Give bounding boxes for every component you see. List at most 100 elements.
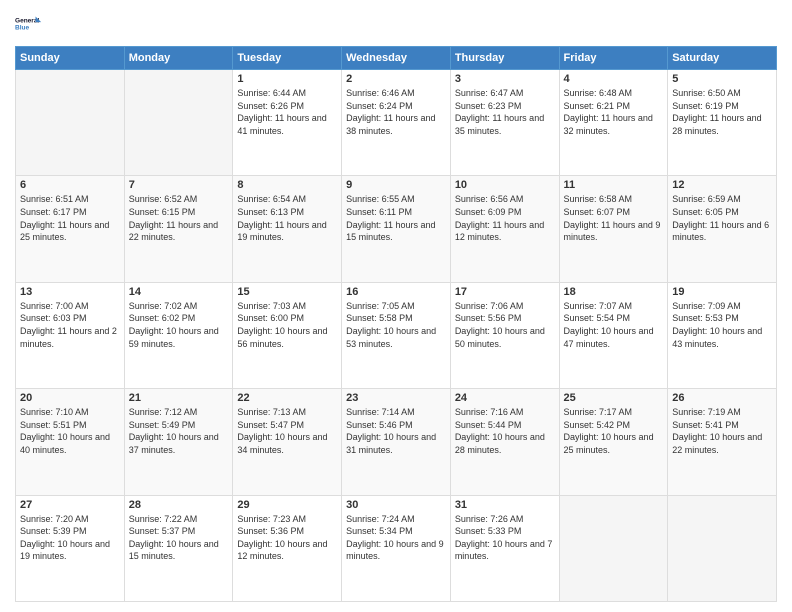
calendar-header-row: SundayMondayTuesdayWednesdayThursdayFrid… bbox=[16, 47, 777, 70]
calendar-cell: 20 Sunrise: 7:10 AMSunset: 5:51 PMDayligh… bbox=[16, 389, 125, 495]
calendar-cell: 16Sunrise: 7:05 AMSunset: 5:58 PMDayligh… bbox=[342, 282, 451, 388]
calendar-cell: 25 Sunrise: 7:17 AMSunset: 5:42 PMDayligh… bbox=[559, 389, 668, 495]
day-number: 18 bbox=[564, 286, 664, 298]
day-number: 28 bbox=[129, 499, 229, 511]
day-info: Sunrise: 7:00 AMSunset: 6:03 PMDaylight:… bbox=[20, 300, 120, 350]
calendar-cell: 24 Sunrise: 7:16 AMSunset: 5:44 PMDayligh… bbox=[450, 389, 559, 495]
calendar-cell: 2 Sunrise: 6:46 AMSunset: 6:24 PMDaylight… bbox=[342, 70, 451, 176]
calendar-cell: 11 Sunrise: 6:58 AMSunset: 6:07 PMDayligh… bbox=[559, 176, 668, 282]
calendar-cell: 9 Sunrise: 6:55 AMSunset: 6:11 PMDaylight… bbox=[342, 176, 451, 282]
day-info: Sunrise: 6:52 AMSunset: 6:15 PMDaylight:… bbox=[129, 193, 229, 243]
day-info: Sunrise: 7:13 AMSunset: 5:47 PMDaylight:… bbox=[237, 406, 337, 456]
calendar-cell: 13 Sunrise: 7:00 AMSunset: 6:03 PMDayligh… bbox=[16, 282, 125, 388]
header-day-wednesday: Wednesday bbox=[342, 47, 451, 70]
day-info: Sunrise: 7:24 AMSunset: 5:34 PMDaylight:… bbox=[346, 513, 446, 563]
day-info: Sunrise: 7:12 AMSunset: 5:49 PMDaylight:… bbox=[129, 406, 229, 456]
day-number: 19 bbox=[672, 286, 772, 298]
day-info: Sunrise: 6:48 AMSunset: 6:21 PMDaylight:… bbox=[564, 87, 664, 137]
calendar-cell: 10Sunrise: 6:56 AMSunset: 6:09 PMDayligh… bbox=[450, 176, 559, 282]
day-info: Sunrise: 7:06 AMSunset: 5:56 PMDaylight:… bbox=[455, 300, 555, 350]
calendar-cell: 12 Sunrise: 6:59 AMSunset: 6:05 PMDayligh… bbox=[668, 176, 777, 282]
day-number: 29 bbox=[237, 499, 337, 511]
calendar-cell: 5Sunrise: 6:50 AMSunset: 6:19 PMDaylight… bbox=[668, 70, 777, 176]
calendar-cell: 8 Sunrise: 6:54 AMSunset: 6:13 PMDaylight… bbox=[233, 176, 342, 282]
day-number: 1 bbox=[237, 73, 337, 85]
day-number: 27 bbox=[20, 499, 120, 511]
calendar-week-row: 1 Sunrise: 6:44 AMSunset: 6:26 PMDaylight… bbox=[16, 70, 777, 176]
calendar-table: SundayMondayTuesdayWednesdayThursdayFrid… bbox=[15, 46, 777, 602]
calendar-week-row: 13 Sunrise: 7:00 AMSunset: 6:03 PMDayligh… bbox=[16, 282, 777, 388]
day-info: Sunrise: 7:14 AMSunset: 5:46 PMDaylight:… bbox=[346, 406, 446, 456]
day-number: 8 bbox=[237, 179, 337, 191]
day-number: 4 bbox=[564, 73, 664, 85]
calendar-cell: 27 Sunrise: 7:20 AMSunset: 5:39 PMDayligh… bbox=[16, 495, 125, 601]
day-info: Sunrise: 6:54 AMSunset: 6:13 PMDaylight:… bbox=[237, 193, 337, 243]
day-number: 20 bbox=[20, 392, 120, 404]
day-info: Sunrise: 7:07 AMSunset: 5:54 PMDaylight:… bbox=[564, 300, 664, 350]
header-day-saturday: Saturday bbox=[668, 47, 777, 70]
day-number: 25 bbox=[564, 392, 664, 404]
day-info: Sunrise: 7:16 AMSunset: 5:44 PMDaylight:… bbox=[455, 406, 555, 456]
day-number: 5 bbox=[672, 73, 772, 85]
day-number: 30 bbox=[346, 499, 446, 511]
calendar-cell: 26 Sunrise: 7:19 AMSunset: 5:41 PMDayligh… bbox=[668, 389, 777, 495]
calendar-week-row: 27 Sunrise: 7:20 AMSunset: 5:39 PMDayligh… bbox=[16, 495, 777, 601]
day-number: 14 bbox=[129, 286, 229, 298]
calendar-cell bbox=[559, 495, 668, 601]
day-info: Sunrise: 7:05 AMSunset: 5:58 PMDaylight:… bbox=[346, 300, 446, 350]
day-number: 13 bbox=[20, 286, 120, 298]
day-info: Sunrise: 7:26 AMSunset: 5:33 PMDaylight:… bbox=[455, 513, 555, 563]
calendar-cell: 15Sunrise: 7:03 AMSunset: 6:00 PMDayligh… bbox=[233, 282, 342, 388]
day-info: Sunrise: 7:09 AMSunset: 5:53 PMDaylight:… bbox=[672, 300, 772, 350]
calendar-cell: 3Sunrise: 6:47 AMSunset: 6:23 PMDaylight… bbox=[450, 70, 559, 176]
calendar-cell: 22 Sunrise: 7:13 AMSunset: 5:47 PMDayligh… bbox=[233, 389, 342, 495]
day-info: Sunrise: 7:23 AMSunset: 5:36 PMDaylight:… bbox=[237, 513, 337, 563]
day-number: 12 bbox=[672, 179, 772, 191]
day-info: Sunrise: 7:02 AMSunset: 6:02 PMDaylight:… bbox=[129, 300, 229, 350]
header-day-thursday: Thursday bbox=[450, 47, 559, 70]
day-number: 24 bbox=[455, 392, 555, 404]
calendar-cell: 4 Sunrise: 6:48 AMSunset: 6:21 PMDaylight… bbox=[559, 70, 668, 176]
day-info: Sunrise: 6:44 AMSunset: 6:26 PMDaylight:… bbox=[237, 87, 337, 137]
calendar-cell: 21Sunrise: 7:12 AMSunset: 5:49 PMDayligh… bbox=[124, 389, 233, 495]
header-day-sunday: Sunday bbox=[16, 47, 125, 70]
header: GeneralBlue bbox=[15, 10, 777, 38]
day-number: 26 bbox=[672, 392, 772, 404]
calendar-cell: 28 Sunrise: 7:22 AMSunset: 5:37 PMDayligh… bbox=[124, 495, 233, 601]
day-number: 9 bbox=[346, 179, 446, 191]
calendar-week-row: 6Sunrise: 6:51 AMSunset: 6:17 PMDaylight… bbox=[16, 176, 777, 282]
calendar-week-row: 20 Sunrise: 7:10 AMSunset: 5:51 PMDayligh… bbox=[16, 389, 777, 495]
logo: GeneralBlue bbox=[15, 10, 43, 38]
svg-text:Blue: Blue bbox=[15, 25, 29, 32]
calendar-cell bbox=[16, 70, 125, 176]
page: GeneralBlue SundayMondayTuesdayWednesday… bbox=[0, 0, 792, 612]
day-number: 17 bbox=[455, 286, 555, 298]
logo-icon: GeneralBlue bbox=[15, 10, 43, 38]
calendar-cell: 6Sunrise: 6:51 AMSunset: 6:17 PMDaylight… bbox=[16, 176, 125, 282]
day-number: 31 bbox=[455, 499, 555, 511]
calendar-cell: 19 Sunrise: 7:09 AMSunset: 5:53 PMDayligh… bbox=[668, 282, 777, 388]
day-number: 10 bbox=[455, 179, 555, 191]
day-info: Sunrise: 6:59 AMSunset: 6:05 PMDaylight:… bbox=[672, 193, 772, 243]
day-number: 23 bbox=[346, 392, 446, 404]
day-info: Sunrise: 7:17 AMSunset: 5:42 PMDaylight:… bbox=[564, 406, 664, 456]
day-info: Sunrise: 7:19 AMSunset: 5:41 PMDaylight:… bbox=[672, 406, 772, 456]
calendar-cell: 17 Sunrise: 7:06 AMSunset: 5:56 PMDayligh… bbox=[450, 282, 559, 388]
calendar-cell: 18 Sunrise: 7:07 AMSunset: 5:54 PMDayligh… bbox=[559, 282, 668, 388]
day-info: Sunrise: 6:46 AMSunset: 6:24 PMDaylight:… bbox=[346, 87, 446, 137]
day-info: Sunrise: 7:20 AMSunset: 5:39 PMDaylight:… bbox=[20, 513, 120, 563]
day-info: Sunrise: 6:58 AMSunset: 6:07 PMDaylight:… bbox=[564, 193, 664, 243]
day-info: Sunrise: 7:10 AMSunset: 5:51 PMDaylight:… bbox=[20, 406, 120, 456]
day-info: Sunrise: 6:51 AMSunset: 6:17 PMDaylight:… bbox=[20, 193, 120, 243]
day-info: Sunrise: 6:55 AMSunset: 6:11 PMDaylight:… bbox=[346, 193, 446, 243]
calendar-cell: 30 Sunrise: 7:24 AMSunset: 5:34 PMDayligh… bbox=[342, 495, 451, 601]
header-day-monday: Monday bbox=[124, 47, 233, 70]
calendar-cell bbox=[668, 495, 777, 601]
day-number: 11 bbox=[564, 179, 664, 191]
header-day-tuesday: Tuesday bbox=[233, 47, 342, 70]
header-day-friday: Friday bbox=[559, 47, 668, 70]
day-info: Sunrise: 7:22 AMSunset: 5:37 PMDaylight:… bbox=[129, 513, 229, 563]
day-number: 22 bbox=[237, 392, 337, 404]
day-number: 2 bbox=[346, 73, 446, 85]
calendar-cell: 7Sunrise: 6:52 AMSunset: 6:15 PMDaylight… bbox=[124, 176, 233, 282]
